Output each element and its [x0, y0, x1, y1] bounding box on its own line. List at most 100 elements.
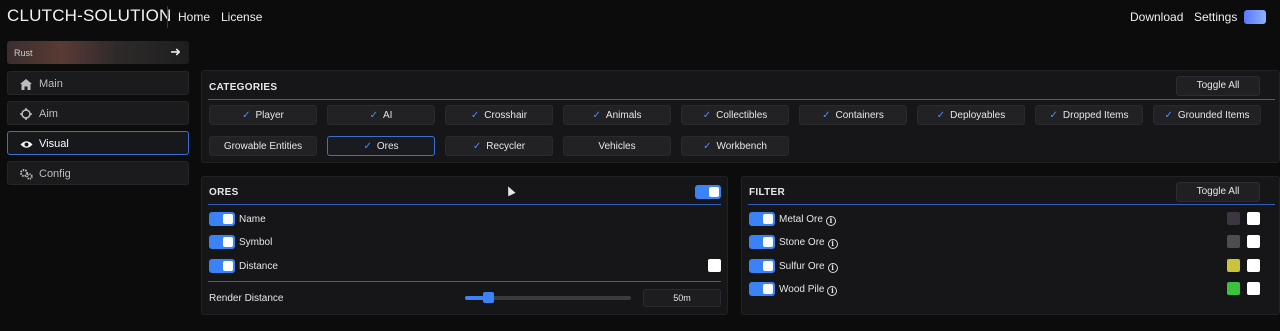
ores-enable-toggle[interactable] [695, 185, 721, 199]
game-selector[interactable]: Rust ➜ [7, 41, 189, 64]
sulfur-ore-secondary-swatch[interactable] [1247, 259, 1260, 272]
filter-wood-pile-toggle[interactable] [749, 282, 775, 296]
category-recycler-button[interactable]: ✓ Recycler [445, 136, 553, 156]
category-label: Containers [835, 109, 884, 121]
metal-ore-secondary-swatch[interactable] [1247, 212, 1260, 225]
sidebar-item-label: Config [39, 168, 71, 180]
render-distance-value[interactable]: 50m [643, 289, 721, 307]
eye-icon [19, 137, 33, 151]
check-icon: ✓ [702, 109, 712, 121]
filter-sulfur-ore-label: Sulfur Ore i [779, 261, 838, 273]
check-icon: ✓ [936, 109, 946, 121]
metal-ore-color-swatch[interactable] [1227, 212, 1240, 225]
filter-metal-ore-label: Metal Ore i [779, 214, 836, 226]
ores-name-toggle[interactable] [209, 212, 235, 226]
sidebar-item-visual[interactable]: Visual [7, 131, 189, 155]
stone-ore-secondary-swatch[interactable] [1247, 235, 1260, 248]
categories-divider [208, 99, 1275, 100]
category-label: Vehicles [598, 140, 636, 152]
category-crosshair-button[interactable]: ✓ Crosshair [445, 105, 553, 125]
sulfur-ore-color-swatch[interactable] [1227, 259, 1240, 272]
render-distance-slider[interactable] [465, 292, 631, 303]
check-icon: ✓ [242, 109, 251, 121]
check-icon: ✓ [822, 109, 831, 121]
filter-toggle-all-button[interactable]: Toggle All [1176, 182, 1260, 202]
top-bar: CLUTCH-SOLUTION Home License Download Se… [0, 0, 1280, 34]
check-icon: ✓ [592, 109, 601, 121]
category-player-button[interactable]: ✓ Player [209, 105, 317, 125]
ores-symbol-label: Symbol [239, 237, 273, 248]
ores-distance-toggle[interactable] [209, 259, 235, 273]
brand-title: CLUTCH-SOLUTION [7, 6, 172, 25]
info-icon[interactable]: i [827, 263, 838, 273]
category-label: Grounded Items [1177, 109, 1250, 121]
check-icon: ✓ [363, 140, 372, 152]
sidebar-item-main[interactable]: Main [7, 71, 189, 95]
category-ai-button[interactable]: ✓ AI [327, 105, 435, 125]
filter-stone-ore-label: Stone Ore i [779, 237, 838, 249]
category-label: AI [382, 109, 393, 121]
category-vehicles-button[interactable]: Vehicles [563, 136, 671, 156]
category-collectibles-button[interactable]: ✓ Collectibles [681, 105, 789, 125]
filter-divider [748, 204, 1275, 205]
wood-pile-color-swatch[interactable] [1227, 282, 1240, 295]
category-workbench-button[interactable]: ✓ Workbench [681, 136, 789, 156]
ores-symbol-toggle[interactable] [209, 235, 235, 249]
ores-distance-label: Distance [239, 261, 278, 272]
ores-divider [208, 204, 721, 205]
check-icon: ✓ [703, 140, 712, 152]
filter-wood-pile-label: Wood Pile i [779, 284, 838, 296]
wood-pile-secondary-swatch[interactable] [1247, 282, 1260, 295]
nav-settings-link[interactable]: Settings [1194, 10, 1237, 24]
sidebar-item-config[interactable]: Config [7, 161, 189, 185]
ores-divider-2 [208, 281, 721, 282]
gears-icon [19, 167, 33, 181]
info-icon[interactable]: i [827, 286, 838, 296]
category-label: Recycler [486, 140, 526, 152]
check-icon: ✓ [1049, 109, 1058, 121]
category-deployables-button[interactable]: ✓ Deployables [917, 105, 1025, 125]
sidebar-item-label: Main [39, 78, 63, 90]
filter-stone-ore-toggle[interactable] [749, 235, 775, 249]
filter-title: FILTER [749, 187, 786, 198]
categories-toggle-all-button[interactable]: Toggle All [1176, 76, 1260, 96]
category-grounded-items-button[interactable]: ✓ Grounded Items [1153, 105, 1261, 125]
home-icon [19, 77, 33, 91]
category-animals-button[interactable]: ✓ Animals [563, 105, 671, 125]
info-icon[interactable]: i [827, 239, 838, 249]
filter-sulfur-ore-toggle[interactable] [749, 259, 775, 273]
category-label: Ores [376, 140, 399, 152]
ores-panel: ORES Name Symbol Distance Render Distanc… [201, 176, 728, 315]
nav-license-link[interactable]: License [221, 10, 262, 24]
check-icon: ✓ [369, 109, 378, 121]
category-ores-button[interactable]: ✓ Ores [327, 136, 435, 156]
category-label: Growable Entities [223, 140, 303, 152]
render-distance-label: Render Distance [209, 293, 284, 304]
sidebar-item-aim[interactable]: Aim [7, 101, 189, 125]
category-label: Animals [605, 109, 642, 121]
brand-divider [167, 6, 168, 28]
category-containers-button[interactable]: ✓ Containers [799, 105, 907, 125]
category-label: Crosshair [484, 109, 528, 121]
game-name: Rust [14, 48, 33, 58]
ores-distance-color-swatch[interactable] [708, 259, 721, 272]
ores-name-label: Name [239, 214, 266, 225]
check-icon: ✓ [472, 140, 482, 152]
stone-ore-color-swatch[interactable] [1227, 235, 1240, 248]
category-dropped-items-button[interactable]: ✓ Dropped Items [1035, 105, 1143, 125]
categories-panel: CATEGORIES Toggle All ✓ Player ✓ AI ✓ Cross… [201, 70, 1280, 163]
category-label: Deployables [950, 109, 1006, 121]
switch-game-icon[interactable]: ➜ [170, 44, 181, 60]
nav-download-link[interactable]: Download [1130, 10, 1183, 24]
ores-title: ORES [209, 187, 239, 198]
check-icon: ✓ [470, 109, 480, 121]
filter-metal-ore-toggle[interactable] [749, 212, 775, 226]
sidebar-item-label: Aim [39, 108, 58, 120]
categories-title: CATEGORIES [209, 82, 278, 93]
info-icon[interactable]: i [825, 216, 836, 226]
avatar[interactable] [1244, 10, 1266, 24]
render-distance-handle[interactable] [483, 292, 495, 303]
check-icon: ✓ [1164, 109, 1173, 121]
nav-home-link[interactable]: Home [178, 10, 210, 24]
category-growable-entities-button[interactable]: Growable Entities [209, 136, 317, 156]
